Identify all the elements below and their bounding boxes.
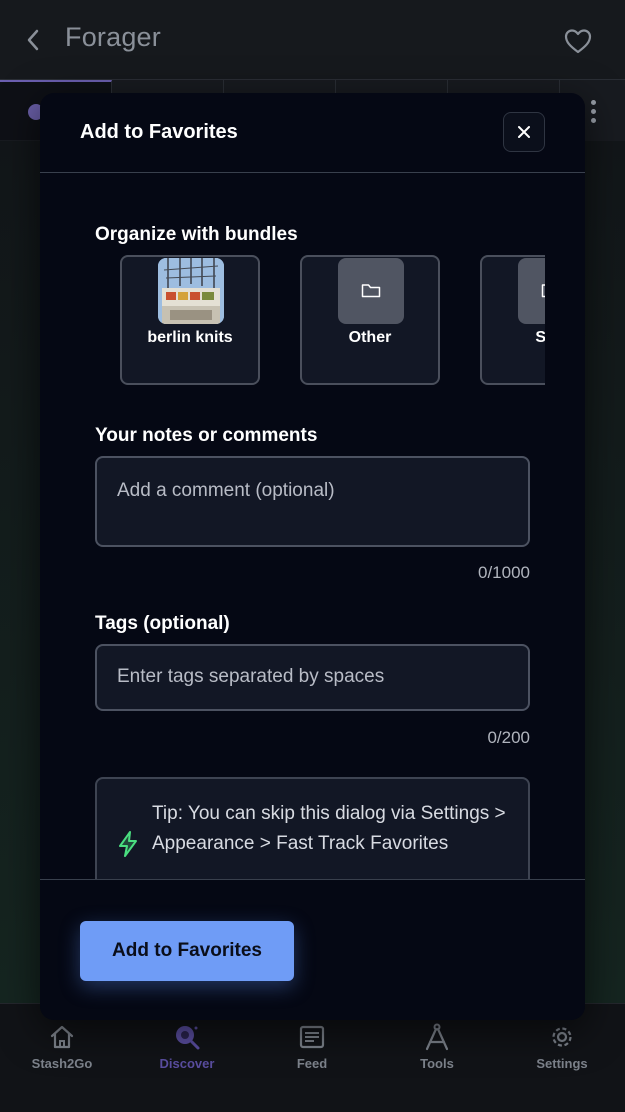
nav-item-tools[interactable]: Tools	[382, 1022, 492, 1071]
nav-label: Feed	[296, 1056, 328, 1071]
tip-box: Tip: You can skip this dialog via Settin…	[95, 777, 530, 879]
add-to-favorites-dialog: Add to Favorites Organize with bundles b…	[40, 93, 585, 1020]
tools-icon	[422, 1022, 452, 1052]
bundles-label: Organize with bundles	[95, 224, 298, 245]
tags-char-counter: 0/200	[487, 728, 530, 747]
bundle-card-other[interactable]: Other	[300, 255, 440, 385]
folder-icon	[518, 258, 545, 324]
notes-label: Your notes or comments	[95, 425, 318, 446]
nav-item-stash2go[interactable]: Stash2Go	[7, 1022, 117, 1071]
tags-label: Tags (optional)	[95, 613, 230, 634]
back-button[interactable]	[18, 24, 48, 56]
dialog-title: Add to Favorites	[80, 121, 238, 143]
nav-label: Discover	[159, 1056, 215, 1071]
nav-item-settings[interactable]: Settings	[507, 1022, 617, 1071]
favorite-button[interactable]	[560, 24, 596, 58]
close-icon	[518, 126, 530, 138]
bundle-name: Other	[348, 329, 392, 346]
folder-icon	[338, 258, 404, 324]
nav-label: Stash2Go	[31, 1056, 93, 1071]
bundle-photo-thumbnail	[158, 258, 224, 324]
dialog-body: Organize with bundles berlin knits Other…	[40, 173, 585, 879]
app-title: Forager	[65, 22, 161, 52]
bundle-card-shared[interactable]: Sha	[480, 255, 545, 385]
comment-textarea[interactable]: Add a comment (optional)	[95, 456, 530, 547]
app-header: Forager	[0, 0, 625, 80]
add-to-favorites-button[interactable]: Add to Favorites	[80, 921, 294, 981]
nav-item-feed[interactable]: Feed	[257, 1022, 367, 1071]
comment-char-counter: 0/1000	[478, 563, 530, 582]
bundles-carousel[interactable]: berlin knits Other Sha	[120, 254, 545, 385]
tip-text: Tip: You can skip this dialog via Settin…	[152, 803, 506, 854]
more-options-icon[interactable]	[582, 96, 604, 126]
bundle-card-berlin-knits[interactable]: berlin knits	[120, 255, 260, 385]
nav-label: Tools	[420, 1056, 454, 1071]
close-button[interactable]	[503, 112, 545, 152]
gear-icon	[547, 1022, 577, 1052]
dialog-footer: Add to Favorites	[40, 879, 585, 1020]
feed-icon	[297, 1022, 327, 1052]
search-icon	[172, 1022, 202, 1052]
tags-input[interactable]: Enter tags separated by spaces	[95, 644, 530, 711]
chevron-left-icon	[27, 29, 39, 51]
nav-label: Settings	[536, 1056, 588, 1071]
bundle-name: berlin knits	[147, 329, 233, 346]
lightning-icon	[117, 831, 141, 857]
nav-item-discover[interactable]: Discover	[132, 1022, 242, 1071]
home-icon	[47, 1022, 77, 1052]
dialog-header: Add to Favorites	[40, 93, 585, 173]
bundle-name: Sha	[535, 329, 545, 346]
heart-icon	[564, 29, 592, 54]
